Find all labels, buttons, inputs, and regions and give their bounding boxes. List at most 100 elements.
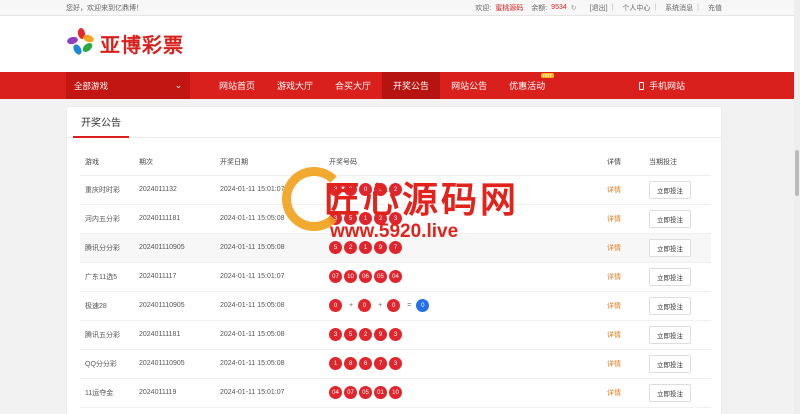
system-messages-link[interactable]: 系统消息 xyxy=(665,3,693,13)
nav-items: 网站首页 游戏大厅 合买大厅 开奖公告 网站公告 优惠活动 HOT xyxy=(208,72,556,99)
table-row: 腾讯分分彩 202401110905 2024-01-11 15:05:08 5 2 1 9… xyxy=(80,233,711,263)
nav-item-draw-results[interactable]: 开奖公告 xyxy=(382,72,441,99)
cell-detail: 详情 xyxy=(602,233,644,263)
cell-detail: 详情 xyxy=(602,349,644,379)
cell-numbers: 35293 xyxy=(324,320,602,350)
number-ball: 2 xyxy=(374,212,387,225)
cell-game: 腾讯五分彩 xyxy=(80,320,134,350)
balance-value: 9534 xyxy=(551,4,567,11)
number-ball: 1 xyxy=(329,357,342,370)
promotions-label: 优惠活动 xyxy=(509,81,546,91)
cell-numbers: 0 +0 +0 = 0 xyxy=(324,291,602,321)
table-row: 11运夺金 2024011119 2024-01-11 15:01:07 04 07 05… xyxy=(80,378,711,408)
mobile-site-label: 手机网站 xyxy=(648,81,685,91)
draw-results-panel: 开奖公告 游戏 期次 开奖日期 开奖号码 详情 当期投注 重庆时时彩 202401… xyxy=(66,106,722,414)
detail-link[interactable]: 详情 xyxy=(607,245,621,252)
cell-date: 2024-01-11 15:05:08 xyxy=(215,320,324,350)
number-ball: 3 xyxy=(329,183,342,196)
number-ball: 05 xyxy=(359,386,372,399)
table-row: 广东11选5 2024011117 2024-01-11 15:01:07 07 10 0… xyxy=(80,262,711,292)
results-table: 游戏 期次 开奖日期 开奖号码 详情 当期投注 重庆时时彩 2024011132 2… xyxy=(80,149,711,408)
hot-badge: HOT xyxy=(540,73,555,78)
balance-label: 余额: xyxy=(531,4,548,12)
mobile-site-link[interactable]: 手机网站 xyxy=(638,72,685,99)
cell-detail: 详情 xyxy=(602,320,644,350)
detail-link[interactable]: 详情 xyxy=(607,303,621,310)
cell-bet: 立即投注 xyxy=(644,233,711,263)
nav-item-group-buy[interactable]: 合买大厅 xyxy=(324,72,382,99)
number-ball: 6 xyxy=(359,357,372,370)
page-scrollbar[interactable] xyxy=(794,0,800,414)
panel-tabs: 开奖公告 xyxy=(67,107,721,138)
col-bet: 当期投注 xyxy=(644,149,711,176)
cell-detail: 详情 xyxy=(602,204,644,234)
bet-now-button[interactable]: 立即投注 xyxy=(649,383,691,402)
cell-game: 腾讯分分彩 xyxy=(80,233,134,263)
username: 蜜桃源码 xyxy=(495,4,524,12)
nav-item-promotions[interactable]: 优惠活动 HOT xyxy=(498,72,556,99)
number-ball: 3 xyxy=(389,328,402,341)
cell-game: 极速28 xyxy=(80,291,134,321)
bet-now-button[interactable]: 立即投注 xyxy=(649,354,691,373)
nav-item-game-hall[interactable]: 游戏大厅 xyxy=(266,72,324,99)
detail-link[interactable]: 详情 xyxy=(607,361,621,368)
cell-bet: 立即投注 xyxy=(644,175,711,205)
detail-link[interactable]: 详情 xyxy=(607,390,621,397)
recharge-link[interactable]: 充值 xyxy=(708,3,722,13)
cell-game: QQ分分彩 xyxy=(80,349,134,379)
cell-numbers: 35123 xyxy=(324,204,602,234)
cell-game: 河内五分彩 xyxy=(80,204,134,234)
number-ball: 8 xyxy=(344,357,357,370)
user-center-link[interactable]: 个人中心 xyxy=(622,3,650,13)
cell-issue: 20240111181 xyxy=(134,204,215,234)
number-ball: 0 xyxy=(387,299,401,312)
bet-now-button[interactable]: 立即投注 xyxy=(649,267,691,286)
col-detail: 详情 xyxy=(602,149,644,176)
detail-link[interactable]: 详情 xyxy=(607,274,621,281)
number-ball: 8 xyxy=(344,183,357,196)
number-ball: 1 xyxy=(359,241,372,254)
cell-bet: 立即投注 xyxy=(644,262,711,292)
nav-item-announcements[interactable]: 网站公告 xyxy=(440,72,498,99)
number-ball: 9 xyxy=(374,183,387,196)
number-ball: 9 xyxy=(374,241,387,254)
detail-link[interactable]: 详情 xyxy=(607,332,621,339)
number-ball: 3 xyxy=(389,212,402,225)
bet-now-button[interactable]: 立即投注 xyxy=(649,238,691,257)
number-ball: 5 xyxy=(329,241,342,254)
welcome-text: 您好，欢迎来到亿鼎博！ xyxy=(66,4,143,12)
cell-issue: 2024011119 xyxy=(134,378,215,408)
number-ball: 3 xyxy=(329,328,342,341)
number-ball: 07 xyxy=(329,270,342,283)
number-ball: 3 xyxy=(389,357,402,370)
cell-date: 2024-01-11 15:05:08 xyxy=(215,204,324,234)
number-ball: 0 xyxy=(329,299,342,312)
number-ball: 04 xyxy=(329,386,342,399)
refresh-icon[interactable]: ↻ xyxy=(571,4,577,12)
detail-link[interactable]: 详情 xyxy=(607,216,621,223)
cell-numbers: 18673 xyxy=(324,349,602,379)
bet-now-button[interactable]: 立即投注 xyxy=(649,180,691,199)
cell-issue: 202401110905 xyxy=(134,349,215,379)
bet-now-button[interactable]: 立即投注 xyxy=(649,296,691,315)
number-ball: 2 xyxy=(389,183,402,196)
number-ball: 7 xyxy=(374,357,387,370)
phone-icon xyxy=(638,81,644,90)
site-logo[interactable]: 亚博彩票 xyxy=(66,27,184,58)
scrollbar-thumb[interactable] xyxy=(795,150,799,196)
bet-now-button[interactable]: 立即投注 xyxy=(649,325,691,344)
nav-item-home[interactable]: 网站首页 xyxy=(208,72,266,99)
plus-sign: + xyxy=(349,302,354,309)
table-row: QQ分分彩 202401110905 2024-01-11 15:05:08 1 8 6 7… xyxy=(80,349,711,379)
tab-draw-results[interactable]: 开奖公告 xyxy=(73,107,129,138)
detail-link[interactable]: 详情 xyxy=(607,187,621,194)
col-issue: 期次 xyxy=(134,149,215,176)
cell-game: 重庆时时彩 xyxy=(80,175,134,205)
equals-sign: = xyxy=(407,302,412,309)
number-ball: 10 xyxy=(344,270,357,283)
bet-now-button[interactable]: 立即投注 xyxy=(649,209,691,228)
logout-link[interactable]: [退出] xyxy=(590,3,608,13)
all-games-dropdown[interactable]: 全部游戏 ⌄ xyxy=(66,72,190,99)
cell-bet: 立即投注 xyxy=(644,320,711,350)
col-numbers: 开奖号码 xyxy=(324,149,602,176)
